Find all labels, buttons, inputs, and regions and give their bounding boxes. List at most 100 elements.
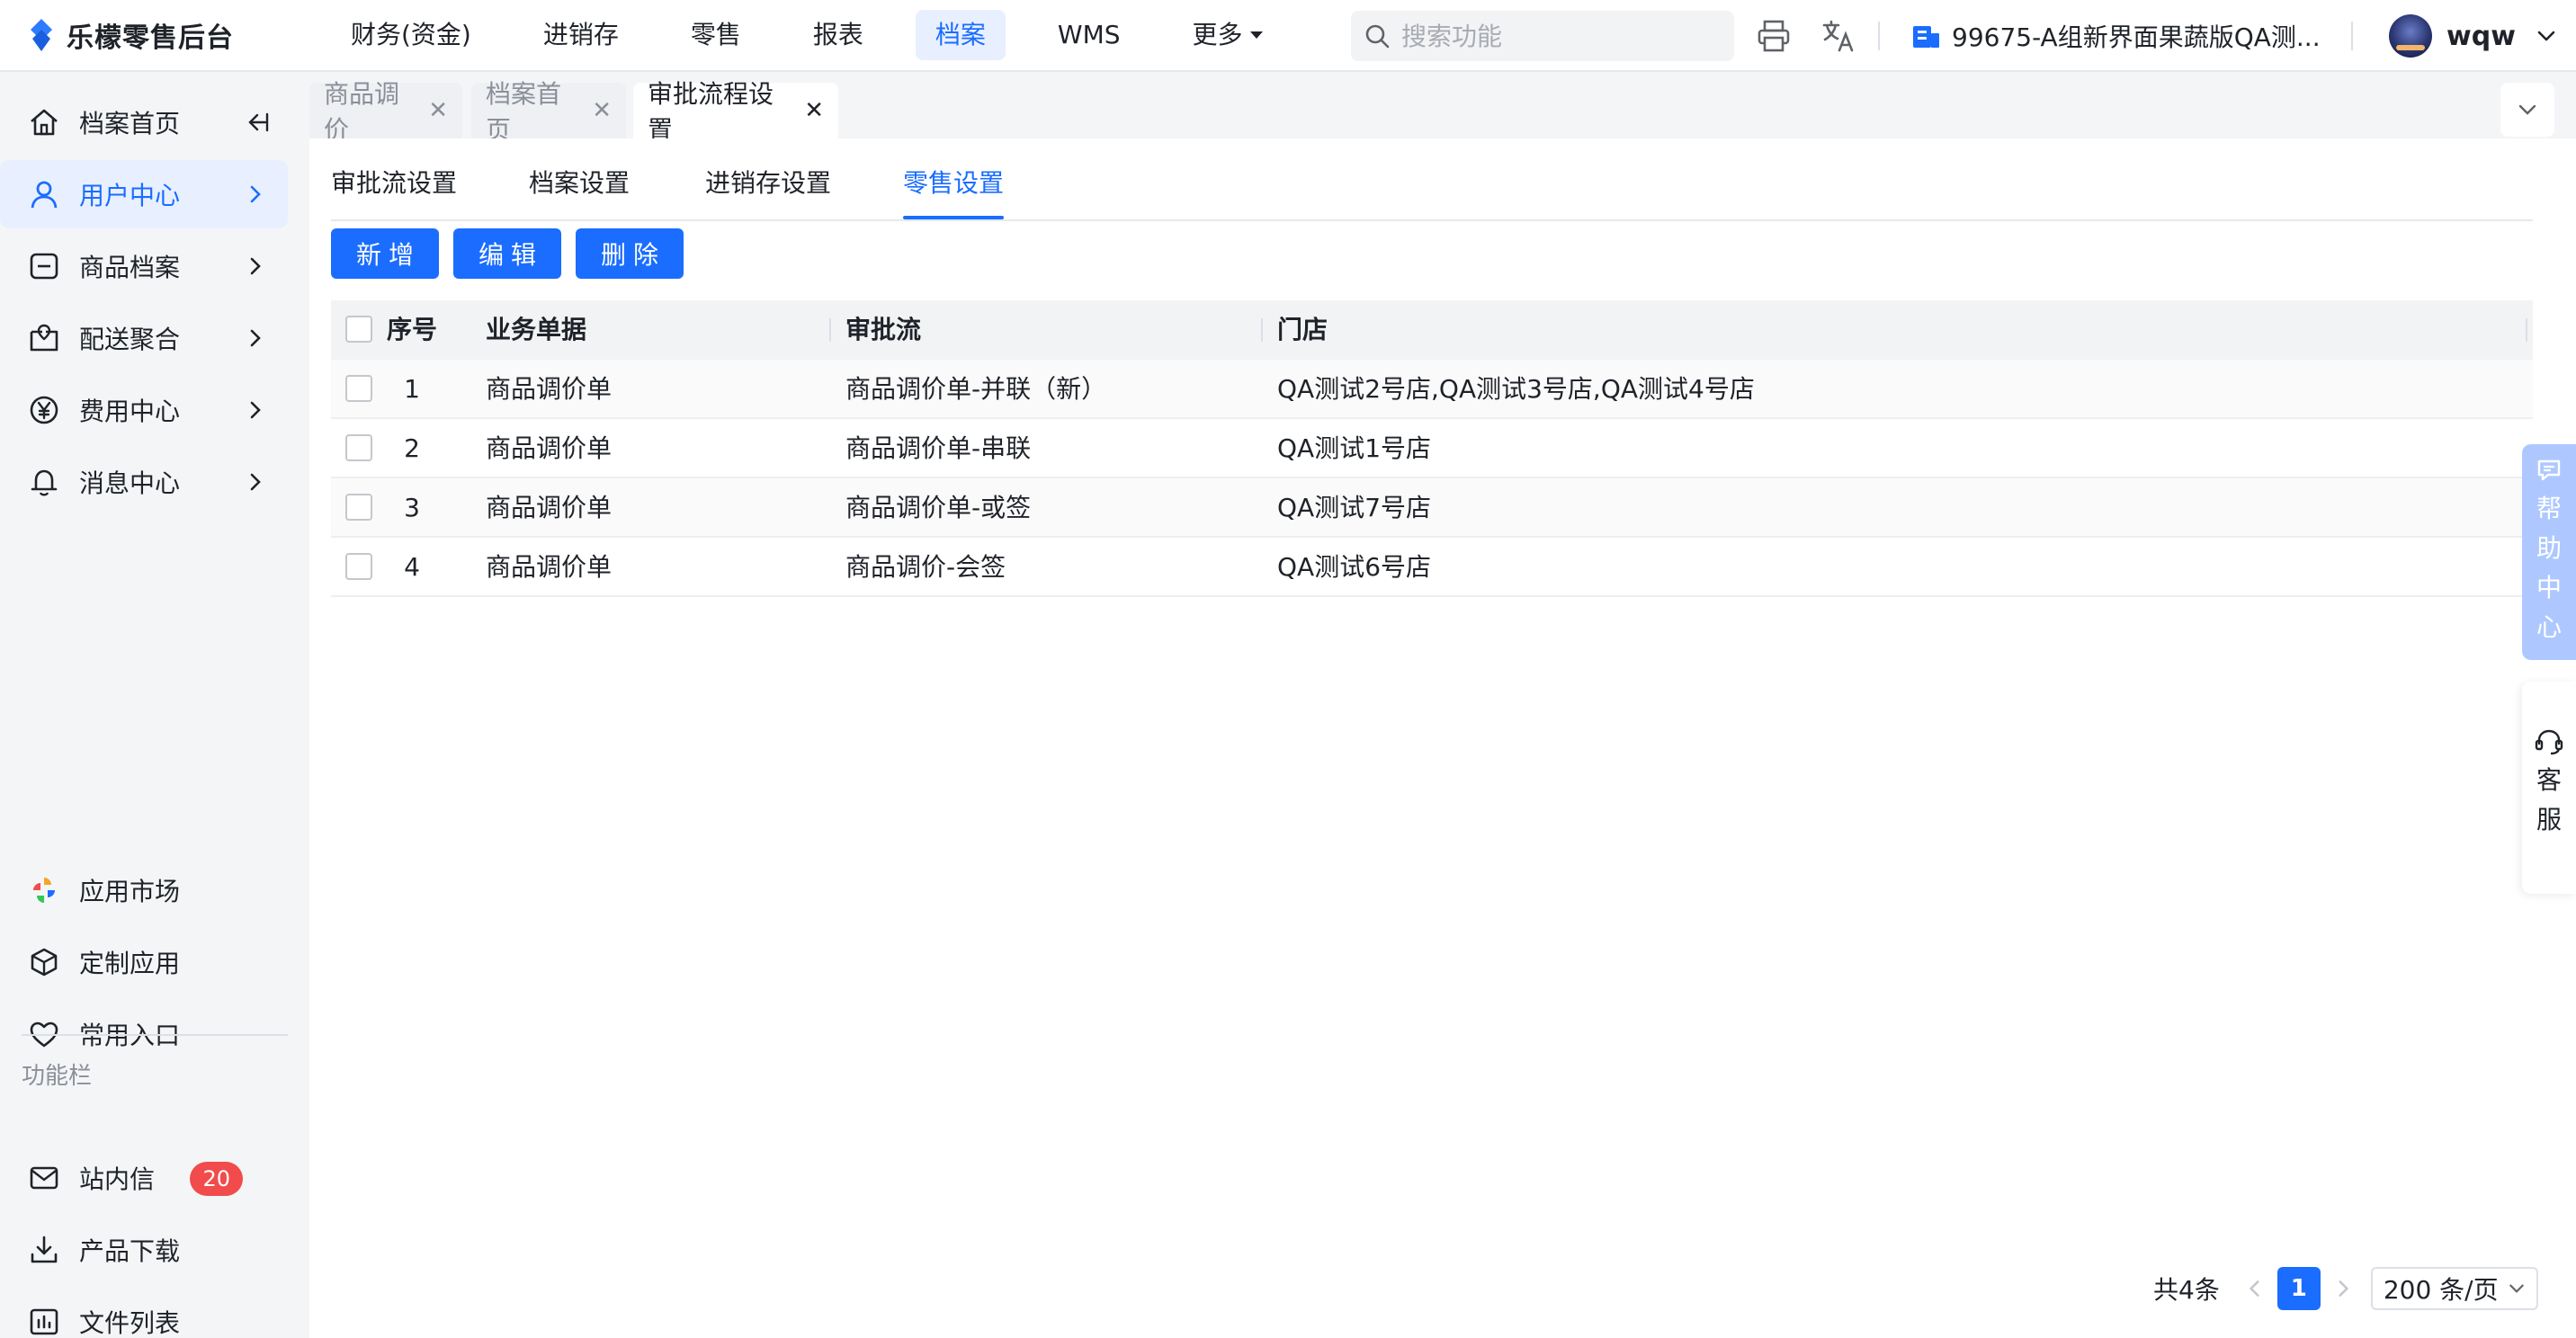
- topnav-wms[interactable]: WMS: [1038, 10, 1140, 60]
- logo-icon: [31, 19, 52, 51]
- product-icon: [27, 249, 61, 283]
- sidebar-divider: [22, 1034, 288, 1036]
- row-checkbox[interactable]: [345, 419, 376, 478]
- page-number-current[interactable]: 1: [2276, 1267, 2321, 1310]
- cell-doc: 商品调价单: [486, 374, 613, 404]
- sidebar-item-message-center[interactable]: 消息中心: [0, 448, 288, 516]
- close-icon[interactable]: ✕: [804, 97, 824, 124]
- sidebar-item-custom-apps[interactable]: 定制应用: [0, 928, 288, 996]
- tab-archive-home[interactable]: 档案首页 ✕: [471, 79, 626, 145]
- close-icon[interactable]: ✕: [592, 97, 612, 124]
- home-icon: [27, 105, 61, 139]
- user-menu[interactable]: wqw: [2389, 11, 2557, 61]
- cell-store: QA测试2号店,QA测试3号店,QA测试4号店: [1277, 374, 1755, 404]
- mail-icon: [27, 1161, 61, 1195]
- customer-service-button[interactable]: 客 服: [2522, 682, 2576, 894]
- printer-icon: [1758, 20, 1790, 52]
- sidebar-item-label: 应用市场: [79, 877, 181, 906]
- cell-flow: 商品调价单-串联: [845, 433, 1032, 463]
- table-row[interactable]: 3 商品调价单 商品调价单-或签 QA测试7号店: [331, 478, 2533, 538]
- column-resize-handle[interactable]: [2526, 318, 2527, 342]
- sidebar-item-product-download[interactable]: 产品下载: [0, 1216, 288, 1284]
- topnav-retail[interactable]: 零售: [671, 10, 761, 60]
- add-button[interactable]: 新增: [331, 228, 439, 279]
- table-row[interactable]: 4 商品调价单 商品调价-会签 QA测试6号店: [331, 538, 2533, 597]
- next-page-icon[interactable]: [2331, 1277, 2355, 1300]
- cube-icon: [27, 945, 61, 979]
- file-list-icon: [27, 1305, 61, 1338]
- store-selector[interactable]: 99675-A组新界面果蔬版QA测...: [1910, 16, 2321, 56]
- tabs-dropdown-button[interactable]: [2500, 83, 2554, 137]
- close-icon[interactable]: ✕: [428, 97, 448, 124]
- edit-button[interactable]: 编辑: [453, 228, 561, 279]
- chat-icon: [2537, 459, 2561, 481]
- tab-label: 审批流程设置: [648, 79, 774, 145]
- cell-no: 4: [404, 552, 420, 582]
- cell-no: 1: [404, 374, 420, 404]
- subtab-retail[interactable]: 零售设置: [903, 164, 1005, 219]
- sidebar-item-user-center[interactable]: 用户中心: [0, 160, 288, 228]
- main-panel: 审批流设置 档案设置 进销存设置 零售设置 新增 编辑 删除 序号 业务单据 审…: [309, 138, 2576, 1338]
- table-header: 序号 业务单据 审批流 门店: [331, 300, 2533, 360]
- user-name: wqw: [2446, 20, 2516, 52]
- tab-approval-settings[interactable]: 审批流程设置 ✕: [633, 79, 838, 145]
- topnav-archive[interactable]: 档案: [915, 10, 1006, 60]
- cell-flow: 商品调价单-并联（新）: [845, 374, 1107, 404]
- subtab-approval-flow[interactable]: 审批流设置: [331, 164, 457, 219]
- sidebar-item-label: 配送聚合: [79, 325, 181, 354]
- page-tabs: 商品调价 ✕ 档案首页 ✕ 审批流程设置 ✕: [309, 79, 2576, 145]
- row-checkbox[interactable]: [345, 478, 376, 538]
- column-resize-handle[interactable]: [829, 318, 831, 342]
- chevron-right-icon: [250, 185, 261, 203]
- help-char: 助: [2536, 533, 2562, 563]
- subtab-archive[interactable]: 档案设置: [529, 164, 630, 219]
- tab-label: 档案首页: [486, 79, 562, 145]
- cell-store: QA测试7号店: [1277, 493, 1432, 522]
- sidebar-item-inbox[interactable]: 站内信 20: [0, 1144, 288, 1212]
- service-char: 客: [2536, 765, 2562, 795]
- chevron-down-icon: [2537, 31, 2555, 41]
- print-button[interactable]: [1754, 16, 1793, 56]
- topnav-reports[interactable]: 报表: [793, 10, 883, 60]
- service-char: 服: [2536, 805, 2562, 834]
- sidebar-item-file-list[interactable]: 文件列表: [0, 1288, 288, 1338]
- row-checkbox[interactable]: [345, 538, 376, 597]
- topnav-more[interactable]: 更多: [1173, 10, 1283, 60]
- table-row[interactable]: 2 商品调价单 商品调价单-串联 QA测试1号店: [331, 419, 2533, 478]
- page-size-value: 200 条/页: [2383, 1275, 2499, 1305]
- row-checkbox[interactable]: [345, 360, 376, 419]
- topnav-finance[interactable]: 财务(资金): [331, 10, 491, 60]
- sidebar-item-fee-center[interactable]: 费用中心: [0, 376, 288, 444]
- language-button[interactable]: [1819, 16, 1858, 56]
- sidebar-item-app-market[interactable]: 应用市场: [0, 856, 288, 924]
- header-store: 门店: [1277, 315, 1328, 344]
- prev-page-icon[interactable]: [2243, 1277, 2267, 1300]
- delete-button[interactable]: 删除: [576, 228, 684, 279]
- topnav-inventory[interactable]: 进销存: [523, 10, 639, 60]
- cell-store: QA测试6号店: [1277, 552, 1432, 582]
- approval-table: 序号 业务单据 审批流 门店 1 商品调价单 商品调价单-并联（新） QA测试2…: [331, 300, 2533, 597]
- bell-icon: [27, 465, 61, 499]
- tab-price-adjustment[interactable]: 商品调价 ✕: [309, 79, 462, 145]
- app-logo[interactable]: 乐檬零售后台: [25, 15, 295, 55]
- cell-store: QA测试1号店: [1277, 433, 1432, 463]
- search-input[interactable]: [1401, 21, 1707, 51]
- sidebar-item-product-archive[interactable]: 商品档案: [0, 232, 288, 300]
- select-all-checkbox[interactable]: [345, 300, 376, 360]
- sidebar-item-label: 站内信: [79, 1164, 156, 1194]
- tab-label: 商品调价: [324, 79, 400, 145]
- help-center-button[interactable]: 帮 助 中 心: [2522, 444, 2576, 660]
- collapse-sidebar-icon[interactable]: [243, 109, 270, 136]
- sidebar-item-archive-home[interactable]: 档案首页: [0, 88, 288, 156]
- cell-flow: 商品调价单-或签: [845, 493, 1032, 522]
- column-resize-handle[interactable]: [1261, 318, 1263, 342]
- table-row[interactable]: 1 商品调价单 商品调价单-并联（新） QA测试2号店,QA测试3号店,QA测试…: [331, 360, 2533, 419]
- function-bar-caption: 功能栏: [22, 1063, 93, 1090]
- cell-no: 2: [404, 433, 420, 463]
- page-size-select[interactable]: 200 条/页: [2370, 1267, 2538, 1310]
- download-icon: [27, 1233, 61, 1267]
- subtab-inventory[interactable]: 进销存设置: [705, 164, 831, 219]
- cell-doc: 商品调价单: [486, 493, 613, 522]
- sidebar-item-delivery[interactable]: 配送聚合: [0, 304, 288, 372]
- search-box[interactable]: [1351, 11, 1734, 61]
